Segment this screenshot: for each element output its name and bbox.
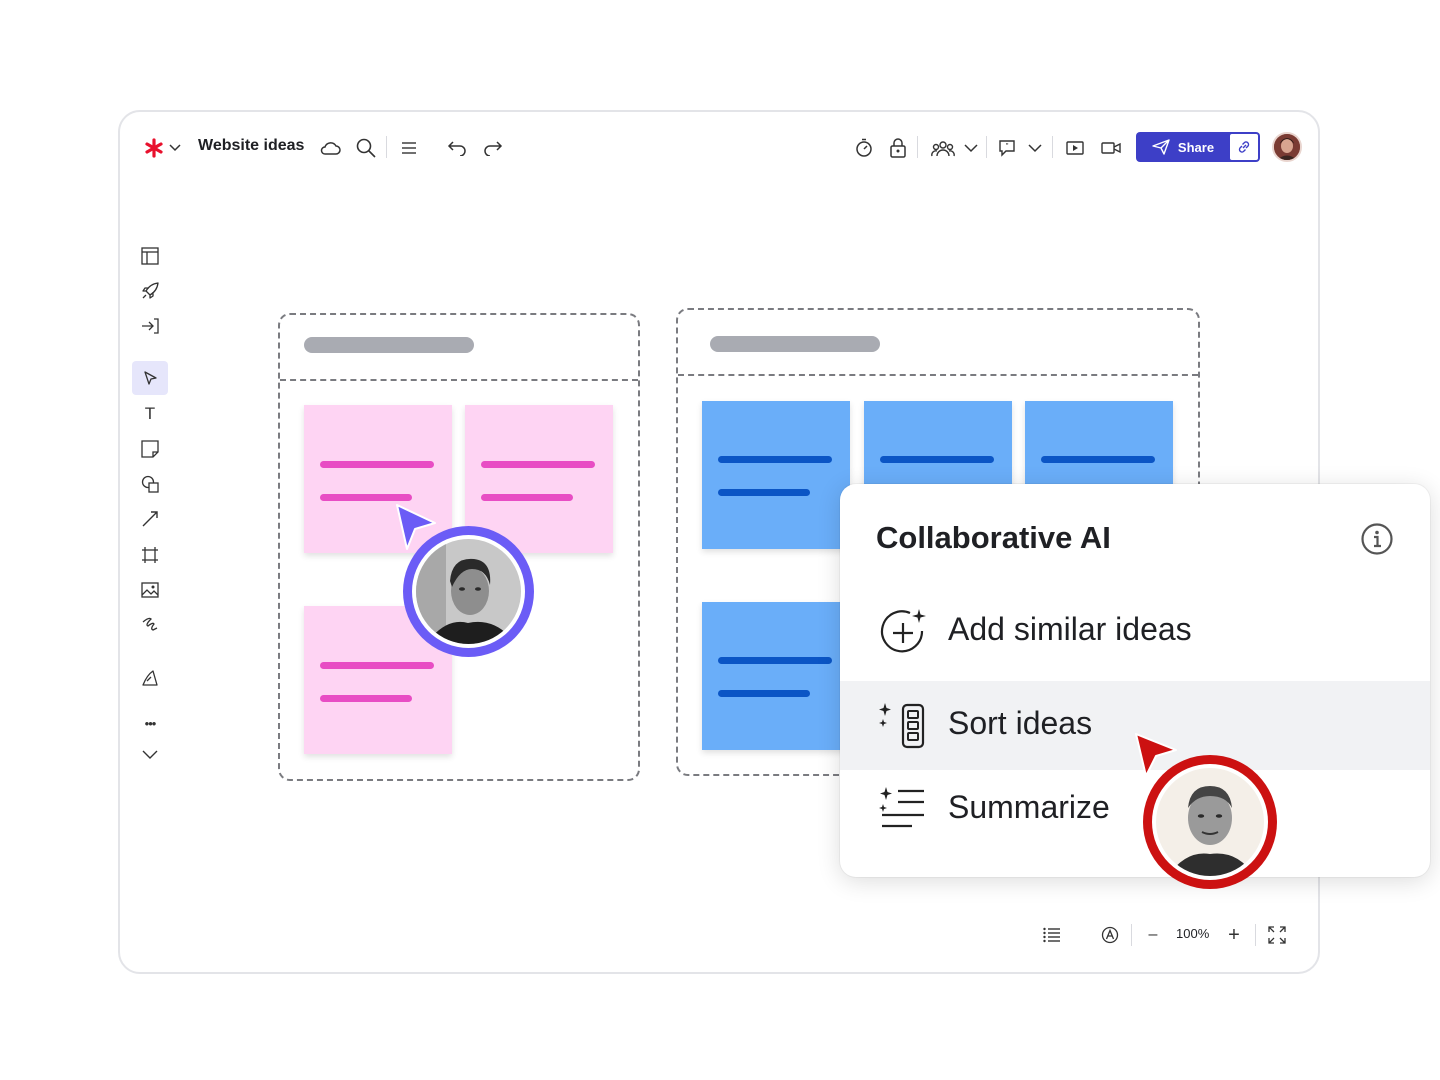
- toolbar-divider: [986, 136, 987, 158]
- image-icon[interactable]: [132, 573, 168, 607]
- lock-icon[interactable]: [887, 134, 909, 162]
- board-title-placeholder: [710, 336, 880, 352]
- toolbar-divider: [917, 136, 918, 158]
- shapes-icon[interactable]: [132, 467, 168, 501]
- toolbar-divider: [386, 136, 387, 158]
- collaborative-ai-panel: Collaborative AI Add similar ideas Sort …: [840, 484, 1430, 877]
- select-icon[interactable]: [132, 361, 168, 395]
- zoom-level[interactable]: 100%: [1176, 926, 1209, 941]
- zoom-out-button[interactable]: –: [1144, 920, 1162, 950]
- menu-item-label: Sort ideas: [948, 705, 1093, 741]
- board-title[interactable]: Website ideas: [198, 137, 304, 155]
- chevron-down-icon[interactable]: [132, 738, 168, 772]
- rocket-icon[interactable]: [132, 274, 168, 308]
- link-icon: [1238, 141, 1250, 153]
- share-button-group: Share: [1136, 132, 1260, 162]
- more-icon[interactable]: •••: [132, 706, 168, 740]
- menu-item-label: Summarize: [948, 789, 1110, 825]
- svg-text:": ": [1006, 142, 1009, 151]
- left-sidebar: T •••: [120, 230, 180, 790]
- sticky-note-icon[interactable]: [132, 432, 168, 466]
- list-icon[interactable]: [1040, 920, 1064, 950]
- sticky-note[interactable]: [702, 602, 850, 750]
- comment-icon[interactable]: ": [996, 134, 1018, 162]
- undo-icon[interactable]: [446, 134, 468, 162]
- share-label: Share: [1177, 139, 1215, 155]
- timer-icon[interactable]: [853, 134, 875, 162]
- frame-icon[interactable]: [132, 538, 168, 572]
- pen-icon[interactable]: [132, 608, 168, 642]
- video-icon[interactable]: [1100, 134, 1122, 162]
- chevron-down-icon[interactable]: [1026, 134, 1044, 162]
- board-header: [678, 310, 1198, 376]
- fullscreen-icon[interactable]: [1266, 920, 1288, 950]
- share-button[interactable]: Share: [1136, 132, 1230, 162]
- present-icon[interactable]: [1064, 134, 1086, 162]
- summarize-sparkle-icon: [878, 785, 928, 835]
- board-title-placeholder: [304, 337, 474, 353]
- chevron-down-icon[interactable]: [168, 134, 182, 162]
- menu-icon[interactable]: [398, 134, 420, 162]
- templates-icon[interactable]: [132, 661, 168, 695]
- panel-title: Collaborative AI: [876, 520, 1111, 555]
- chevron-down-icon[interactable]: [962, 134, 980, 162]
- toolbar-divider: [1131, 924, 1132, 946]
- info-icon[interactable]: [1360, 522, 1394, 561]
- redo-icon[interactable]: [482, 134, 504, 162]
- board-header: [280, 315, 638, 381]
- panel-icon[interactable]: [132, 239, 168, 273]
- accessibility-icon[interactable]: [1098, 920, 1122, 950]
- asterisk-logo-icon[interactable]: [142, 134, 166, 162]
- collaborator-avatar: [403, 526, 534, 657]
- zoom-in-button[interactable]: +: [1224, 920, 1244, 950]
- avatar[interactable]: [1272, 132, 1302, 162]
- collaborator-avatar: [1143, 755, 1277, 889]
- connector-icon[interactable]: [132, 502, 168, 536]
- send-icon: [1152, 139, 1170, 155]
- collaborators-icon[interactable]: [930, 134, 956, 162]
- add-sparkle-icon: [878, 607, 928, 657]
- toolbar-divider: [1052, 136, 1053, 158]
- sort-sparkle-icon: [878, 701, 928, 751]
- search-icon[interactable]: [354, 134, 378, 162]
- text-icon[interactable]: T: [132, 397, 168, 431]
- sticky-note[interactable]: [702, 401, 850, 549]
- cloud-icon[interactable]: [318, 134, 342, 162]
- top-toolbar: Website ideas " Share: [120, 112, 1318, 182]
- copy-link-button[interactable]: [1230, 134, 1258, 160]
- toolbar-divider: [1255, 924, 1256, 946]
- import-icon[interactable]: [132, 309, 168, 343]
- menu-item-add-similar-ideas[interactable]: Add similar ideas: [840, 587, 1430, 676]
- menu-item-label: Add similar ideas: [948, 611, 1192, 647]
